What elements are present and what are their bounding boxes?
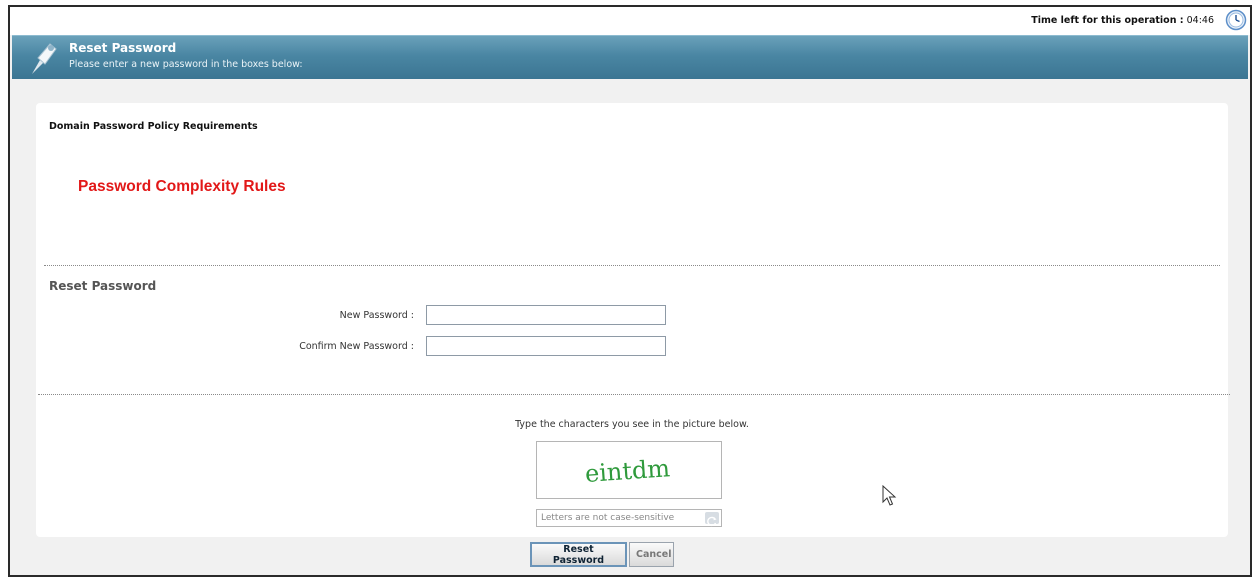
new-password-label: New Password : xyxy=(339,310,414,321)
captcha-text: eintdm xyxy=(584,454,671,488)
banner-title: Reset Password xyxy=(69,41,177,55)
banner-subtitle: Please enter a new password in the boxes… xyxy=(69,59,303,70)
password-complexity-rules: Password Complexity Rules xyxy=(78,178,286,195)
cancel-button[interactable]: Cancel xyxy=(629,542,674,567)
captcha-image: eintdm xyxy=(536,441,722,499)
captcha-field xyxy=(536,509,722,527)
mouse-pointer-icon xyxy=(882,485,897,506)
confirm-password-label: Confirm New Password : xyxy=(299,341,414,352)
confirm-password-input[interactable] xyxy=(426,336,666,356)
captcha-image-graphic: eintdm xyxy=(584,454,671,488)
policy-title: Domain Password Policy Requirements xyxy=(49,121,258,132)
divider xyxy=(38,394,1230,395)
timer-label: Time left for this operation : xyxy=(1031,15,1184,26)
content-panel: Domain Password Policy Requirements Pass… xyxy=(36,103,1230,537)
captcha-instruction: Type the characters you see in the pictu… xyxy=(515,419,749,430)
header-banner: Reset Password Please enter a new passwo… xyxy=(12,35,1248,79)
clock-icon xyxy=(1225,9,1247,31)
action-buttons: Reset Password Cancel xyxy=(10,542,1250,570)
top-bar: Time left for this operation : 04:46 xyxy=(10,7,1250,35)
divider xyxy=(44,265,1220,266)
reset-password-window: Time left for this operation : 04:46 Res… xyxy=(8,5,1252,577)
captcha-input[interactable] xyxy=(537,510,705,526)
key-banner-icon xyxy=(32,43,57,74)
refresh-icon[interactable] xyxy=(705,512,719,527)
reset-password-button[interactable]: Reset Password xyxy=(530,542,627,567)
timer: Time left for this operation : 04:46 xyxy=(1031,15,1214,26)
timer-value: 04:46 xyxy=(1186,15,1214,26)
new-password-input[interactable] xyxy=(426,305,666,325)
reset-password-section-title: Reset Password xyxy=(49,279,157,293)
